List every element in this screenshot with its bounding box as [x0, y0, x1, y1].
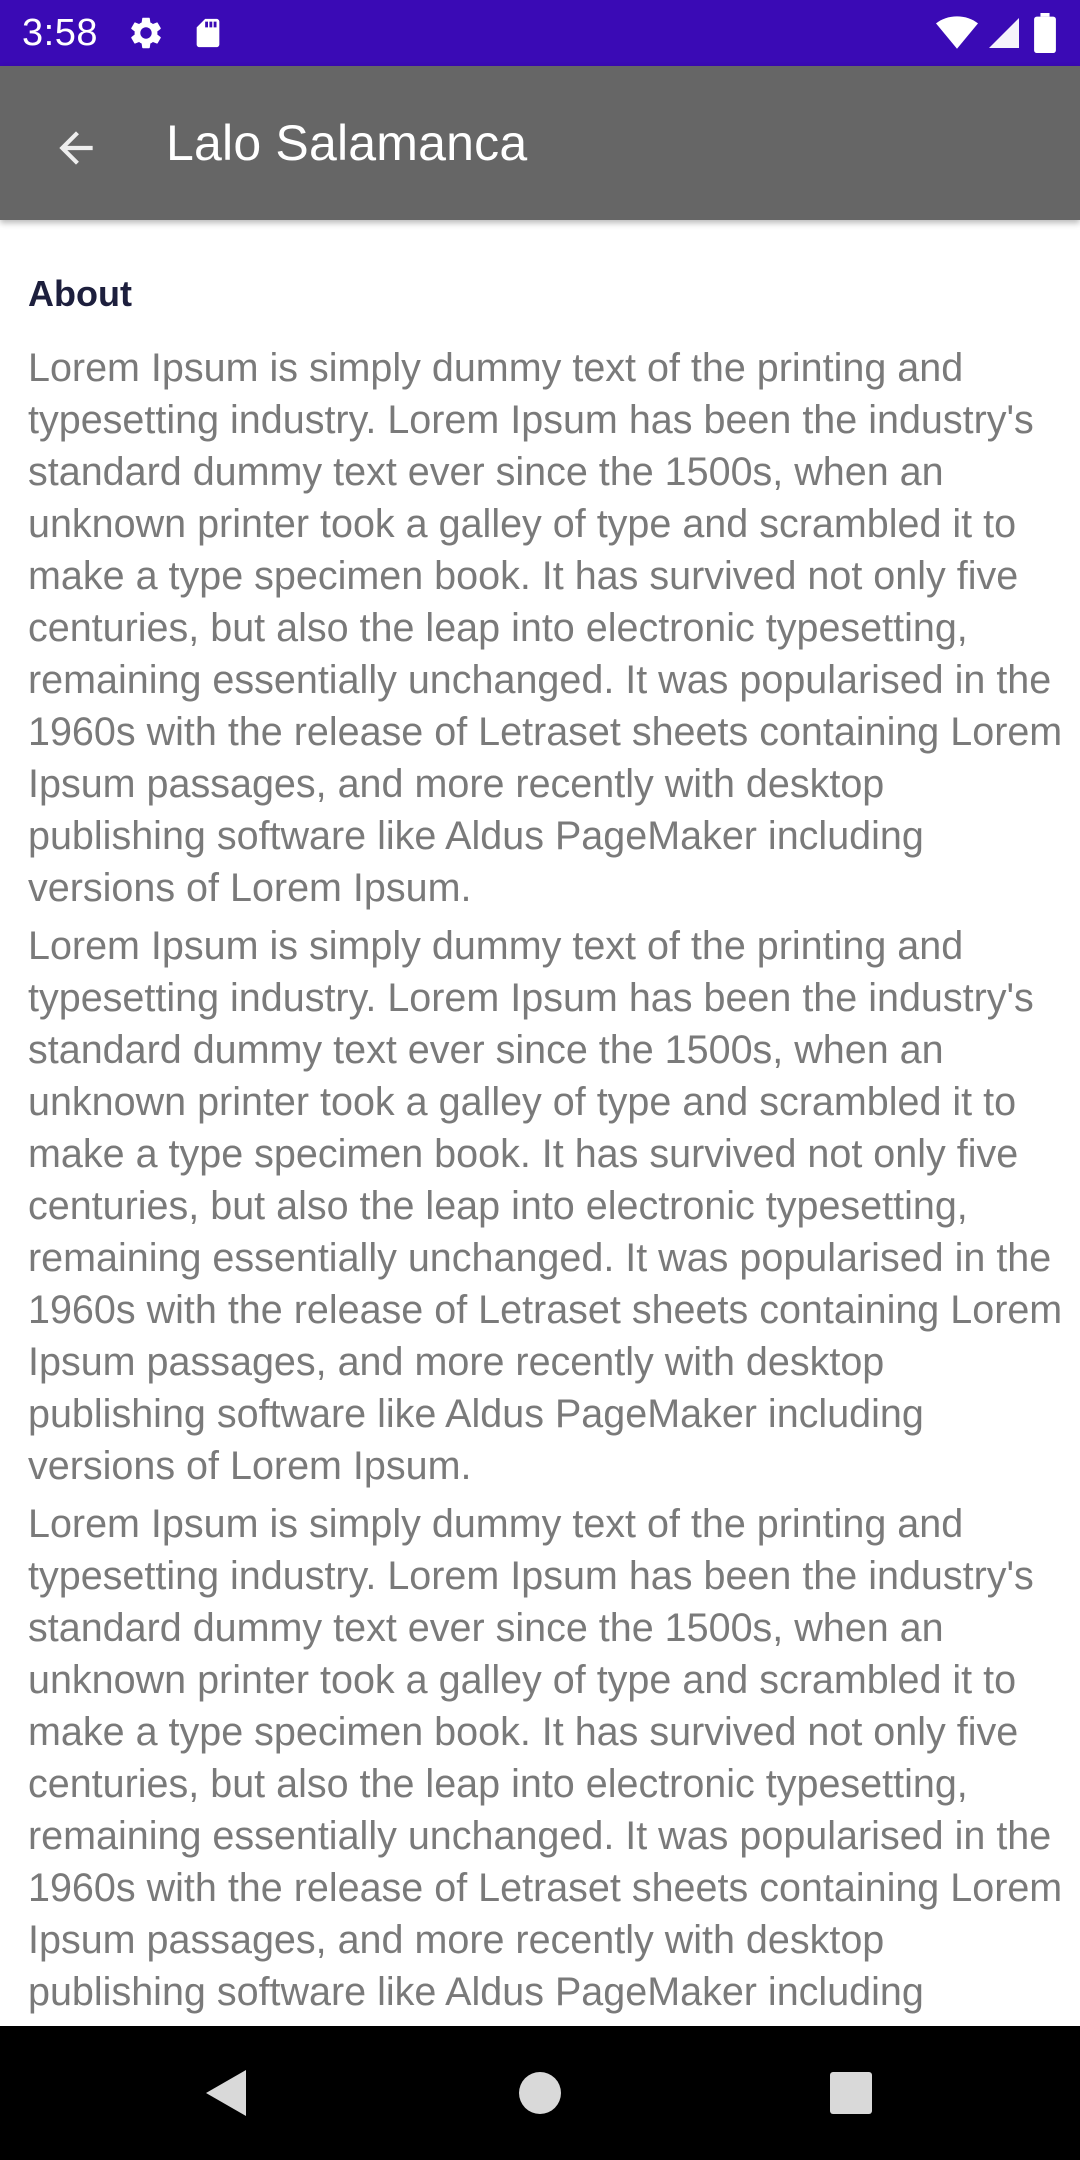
back-button[interactable] — [34, 106, 118, 190]
nav-recents-button[interactable] — [806, 2048, 896, 2138]
about-paragraph: Lorem Ipsum is simply dummy text of the … — [28, 346, 1063, 910]
about-paragraph: Lorem Ipsum is simply dummy text of the … — [28, 924, 1063, 1488]
about-text: Lorem Ipsum is simply dummy text of the … — [28, 342, 1064, 2026]
home-circle-icon — [517, 2070, 563, 2116]
status-time: 3:58 — [22, 12, 98, 54]
navigation-bar — [0, 2026, 1080, 2160]
section-heading-about: About — [28, 273, 132, 314]
wifi-icon — [934, 0, 980, 66]
status-bar: 3:58 — [0, 0, 1080, 66]
recents-square-icon — [829, 2071, 873, 2115]
back-triangle-icon — [202, 2068, 248, 2118]
page-title: Lalo Salamanca — [166, 115, 528, 171]
nav-home-button[interactable] — [495, 2048, 585, 2138]
battery-icon — [1030, 0, 1060, 66]
signal-icon — [984, 0, 1024, 66]
about-content[interactable]: About Lorem Ipsum is simply dummy text o… — [0, 220, 1080, 2026]
app-bar: Lalo Salamanca — [0, 66, 1080, 220]
settings-icon — [124, 0, 168, 66]
about-paragraph: Lorem Ipsum is simply dummy text of the … — [28, 1502, 1063, 2026]
nav-back-button[interactable] — [180, 2048, 270, 2138]
arrow-back-icon — [51, 123, 101, 173]
sd-card-icon — [188, 0, 228, 66]
